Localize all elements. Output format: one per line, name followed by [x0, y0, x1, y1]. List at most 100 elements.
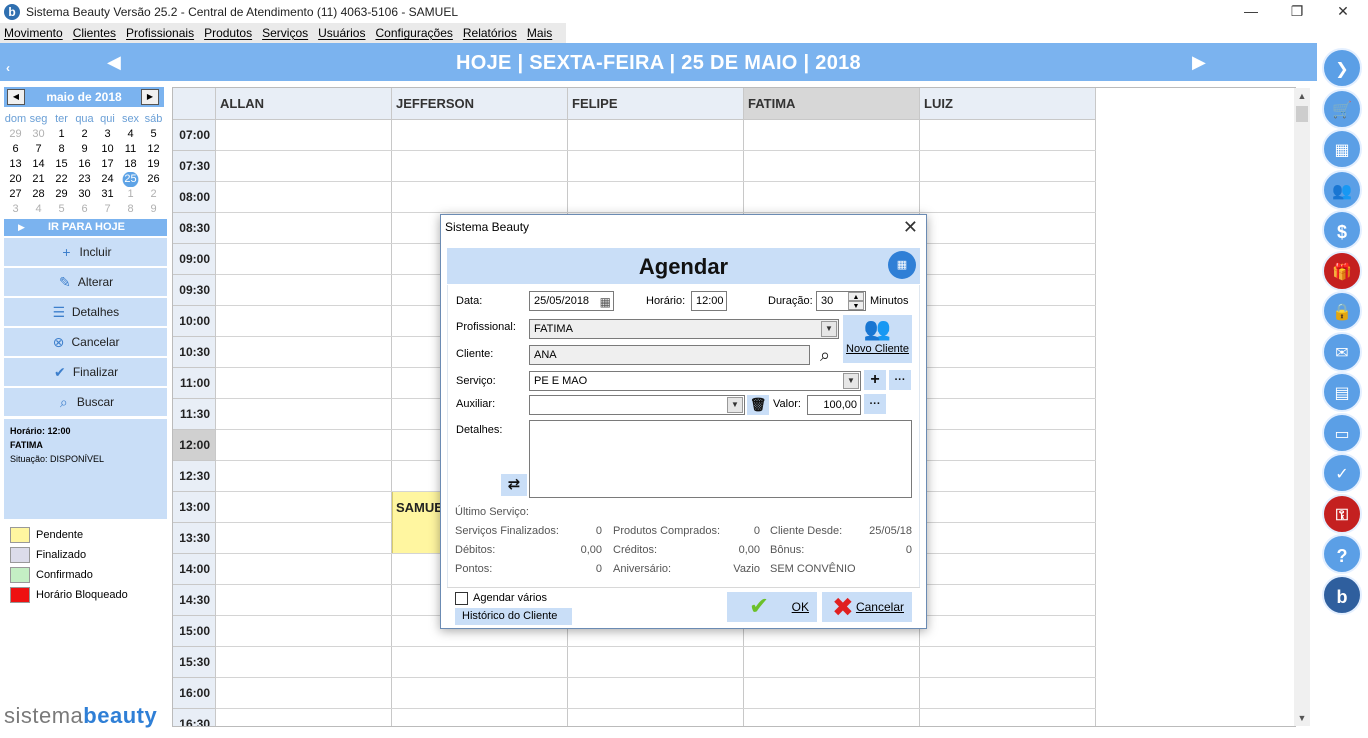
ok-button[interactable]: ✔ OK [727, 592, 817, 622]
servico-select[interactable]: PE E MAO ▼ [529, 371, 861, 391]
calendar-day[interactable]: 7 [96, 202, 119, 217]
cancelar-button[interactable]: ⊗ Cancelar [4, 328, 167, 356]
beauty-logo-icon[interactable]: b [1322, 574, 1362, 615]
calendar-day[interactable]: 30 [27, 127, 50, 142]
more-valor-button[interactable]: ··· [864, 394, 886, 414]
calendar-day[interactable]: 4 [27, 202, 50, 217]
alterar-button[interactable]: ✎ Alterar [4, 268, 167, 296]
chevron-down-icon[interactable]: ▼ [821, 321, 837, 337]
scroll-up-icon[interactable]: ▲ [1294, 88, 1310, 104]
menu-relatórios[interactable]: Relatórios [463, 26, 517, 40]
menu-usuários[interactable]: Usuários [318, 26, 365, 40]
stepper-up-icon[interactable]: ▲ [848, 292, 864, 301]
calendar-day[interactable]: 21 [27, 172, 50, 187]
profissional-select[interactable]: FATIMA ▼ [529, 319, 839, 339]
calendar-day[interactable]: 6 [4, 142, 27, 157]
calendar-day[interactable]: 20 [4, 172, 27, 187]
menu-configurações[interactable]: Configurações [375, 26, 452, 40]
duracao-stepper[interactable]: 30 ▲ ▼ [816, 291, 866, 311]
restore-button[interactable]: ❐ [1274, 0, 1320, 23]
buscar-button[interactable]: ⌕ Buscar [4, 388, 167, 416]
calendar-day[interactable]: 2 [73, 127, 96, 142]
menu-profissionais[interactable]: Profissionais [126, 26, 194, 40]
cancel-button[interactable]: ✖ Cancelar [822, 592, 912, 622]
calendar-day[interactable]: 30 [73, 187, 96, 202]
cliente-input[interactable]: ANA [529, 345, 810, 365]
column-header-allan[interactable]: ALLAN [216, 88, 392, 120]
calendar-day[interactable]: 8 [50, 142, 73, 157]
calendar-prev-month[interactable]: ◀ [7, 89, 25, 105]
calendar-day[interactable]: 4 [119, 127, 142, 142]
calendar-day[interactable]: 1 [50, 127, 73, 142]
cash-register-icon[interactable]: ▦ [1322, 129, 1362, 169]
gift-icon[interactable]: 🎁 [1322, 250, 1362, 291]
repeat-icon[interactable]: ⇄ [501, 474, 527, 496]
calendar-day[interactable]: 10 [96, 142, 119, 157]
calendar-day[interactable]: 11 [119, 142, 142, 157]
horario-input[interactable]: 12:00 [691, 291, 727, 311]
incluir-button[interactable]: + Incluir [4, 238, 167, 266]
arrow-right-circle-icon[interactable]: ❯ [1322, 48, 1362, 88]
calendar-day[interactable]: 16 [73, 157, 96, 172]
auxiliar-select[interactable]: ▼ [529, 395, 745, 415]
calendar-day[interactable]: 5 [50, 202, 73, 217]
calendar-settings-icon[interactable]: ▦ [888, 251, 916, 279]
calendar-day[interactable]: 28 [27, 187, 50, 202]
finalizar-button[interactable]: ✔ Finalizar [4, 358, 167, 386]
calendar-next-month[interactable]: ▶ [141, 89, 159, 105]
calendar-day[interactable]: 8 [119, 202, 142, 217]
calendar-day[interactable]: 3 [96, 127, 119, 142]
lock-icon[interactable]: 🔒 [1322, 291, 1362, 331]
schedule-scrollbar[interactable]: ▲ ▼ [1294, 88, 1310, 726]
trash-icon[interactable]: 🗑 [747, 395, 769, 415]
calendar-day[interactable]: 5 [142, 127, 165, 142]
search-client-icon[interactable]: ⌕ [814, 344, 836, 366]
calendar-day[interactable]: 22 [50, 172, 73, 187]
calendar-day[interactable]: 27 [4, 187, 27, 202]
column-header-luiz[interactable]: LUIZ [920, 88, 1096, 120]
minimize-button[interactable]: — [1228, 0, 1274, 23]
calendar-day[interactable]: 9 [142, 202, 165, 217]
dialog-close-button[interactable]: ✕ [903, 217, 918, 238]
calendar-day[interactable]: 13 [4, 157, 27, 172]
calendar-day[interactable]: 7 [27, 142, 50, 157]
document-icon[interactable]: ▭ [1322, 412, 1362, 453]
calendar-day[interactable]: 3 [4, 202, 27, 217]
calendar-day[interactable]: 23 [73, 172, 96, 187]
scroll-down-icon[interactable]: ▼ [1294, 710, 1310, 726]
next-day-button[interactable]: ▶ [1192, 52, 1206, 73]
cart-icon[interactable]: 🛒 [1322, 88, 1362, 129]
calendar-day[interactable]: 12 [142, 142, 165, 157]
menu-serviços[interactable]: Serviços [262, 26, 308, 40]
close-window-button[interactable]: ✕ [1320, 0, 1366, 23]
calendar-day[interactable]: 31 [96, 187, 119, 202]
menu-produtos[interactable]: Produtos [204, 26, 252, 40]
mail-icon[interactable]: ✉ [1322, 331, 1362, 372]
calendar-day[interactable]: 25 [119, 172, 142, 187]
valor-input[interactable]: 100,00 [807, 395, 861, 415]
calendar-day[interactable]: 9 [73, 142, 96, 157]
chevron-down-icon[interactable]: ▼ [843, 373, 859, 389]
calendar-day[interactable]: 18 [119, 157, 142, 172]
calendar-day[interactable]: 14 [27, 157, 50, 172]
calendar-day[interactable]: 1 [119, 187, 142, 202]
users-icon[interactable]: 👥 [1322, 169, 1362, 210]
detalhes-button[interactable]: ☰ Detalhes [4, 298, 167, 326]
more-service-button[interactable]: ··· [889, 370, 911, 390]
menu-mais[interactable]: Mais [527, 26, 552, 40]
date-picker-icon[interactable]: ▦ [600, 293, 611, 311]
novo-cliente-button[interactable]: 👥 Novo Cliente [843, 315, 912, 363]
menu-clientes[interactable]: Clientes [73, 26, 116, 40]
calendar-day[interactable]: 19 [142, 157, 165, 172]
historico-cliente-button[interactable]: Histórico do Cliente [455, 608, 572, 625]
key-icon[interactable]: ⚿ [1322, 493, 1362, 534]
detalhes-textarea[interactable] [529, 420, 912, 498]
calendar-day[interactable]: 15 [50, 157, 73, 172]
data-input[interactable]: 25/05/2018 ▦ [529, 291, 614, 311]
calendar-day[interactable]: 17 [96, 157, 119, 172]
calendar-day[interactable]: 29 [50, 187, 73, 202]
calendar-day[interactable]: 26 [142, 172, 165, 187]
agendar-varios-checkbox[interactable] [455, 592, 468, 605]
money-icon[interactable]: $ [1322, 210, 1362, 250]
add-service-button[interactable]: + [864, 370, 886, 390]
